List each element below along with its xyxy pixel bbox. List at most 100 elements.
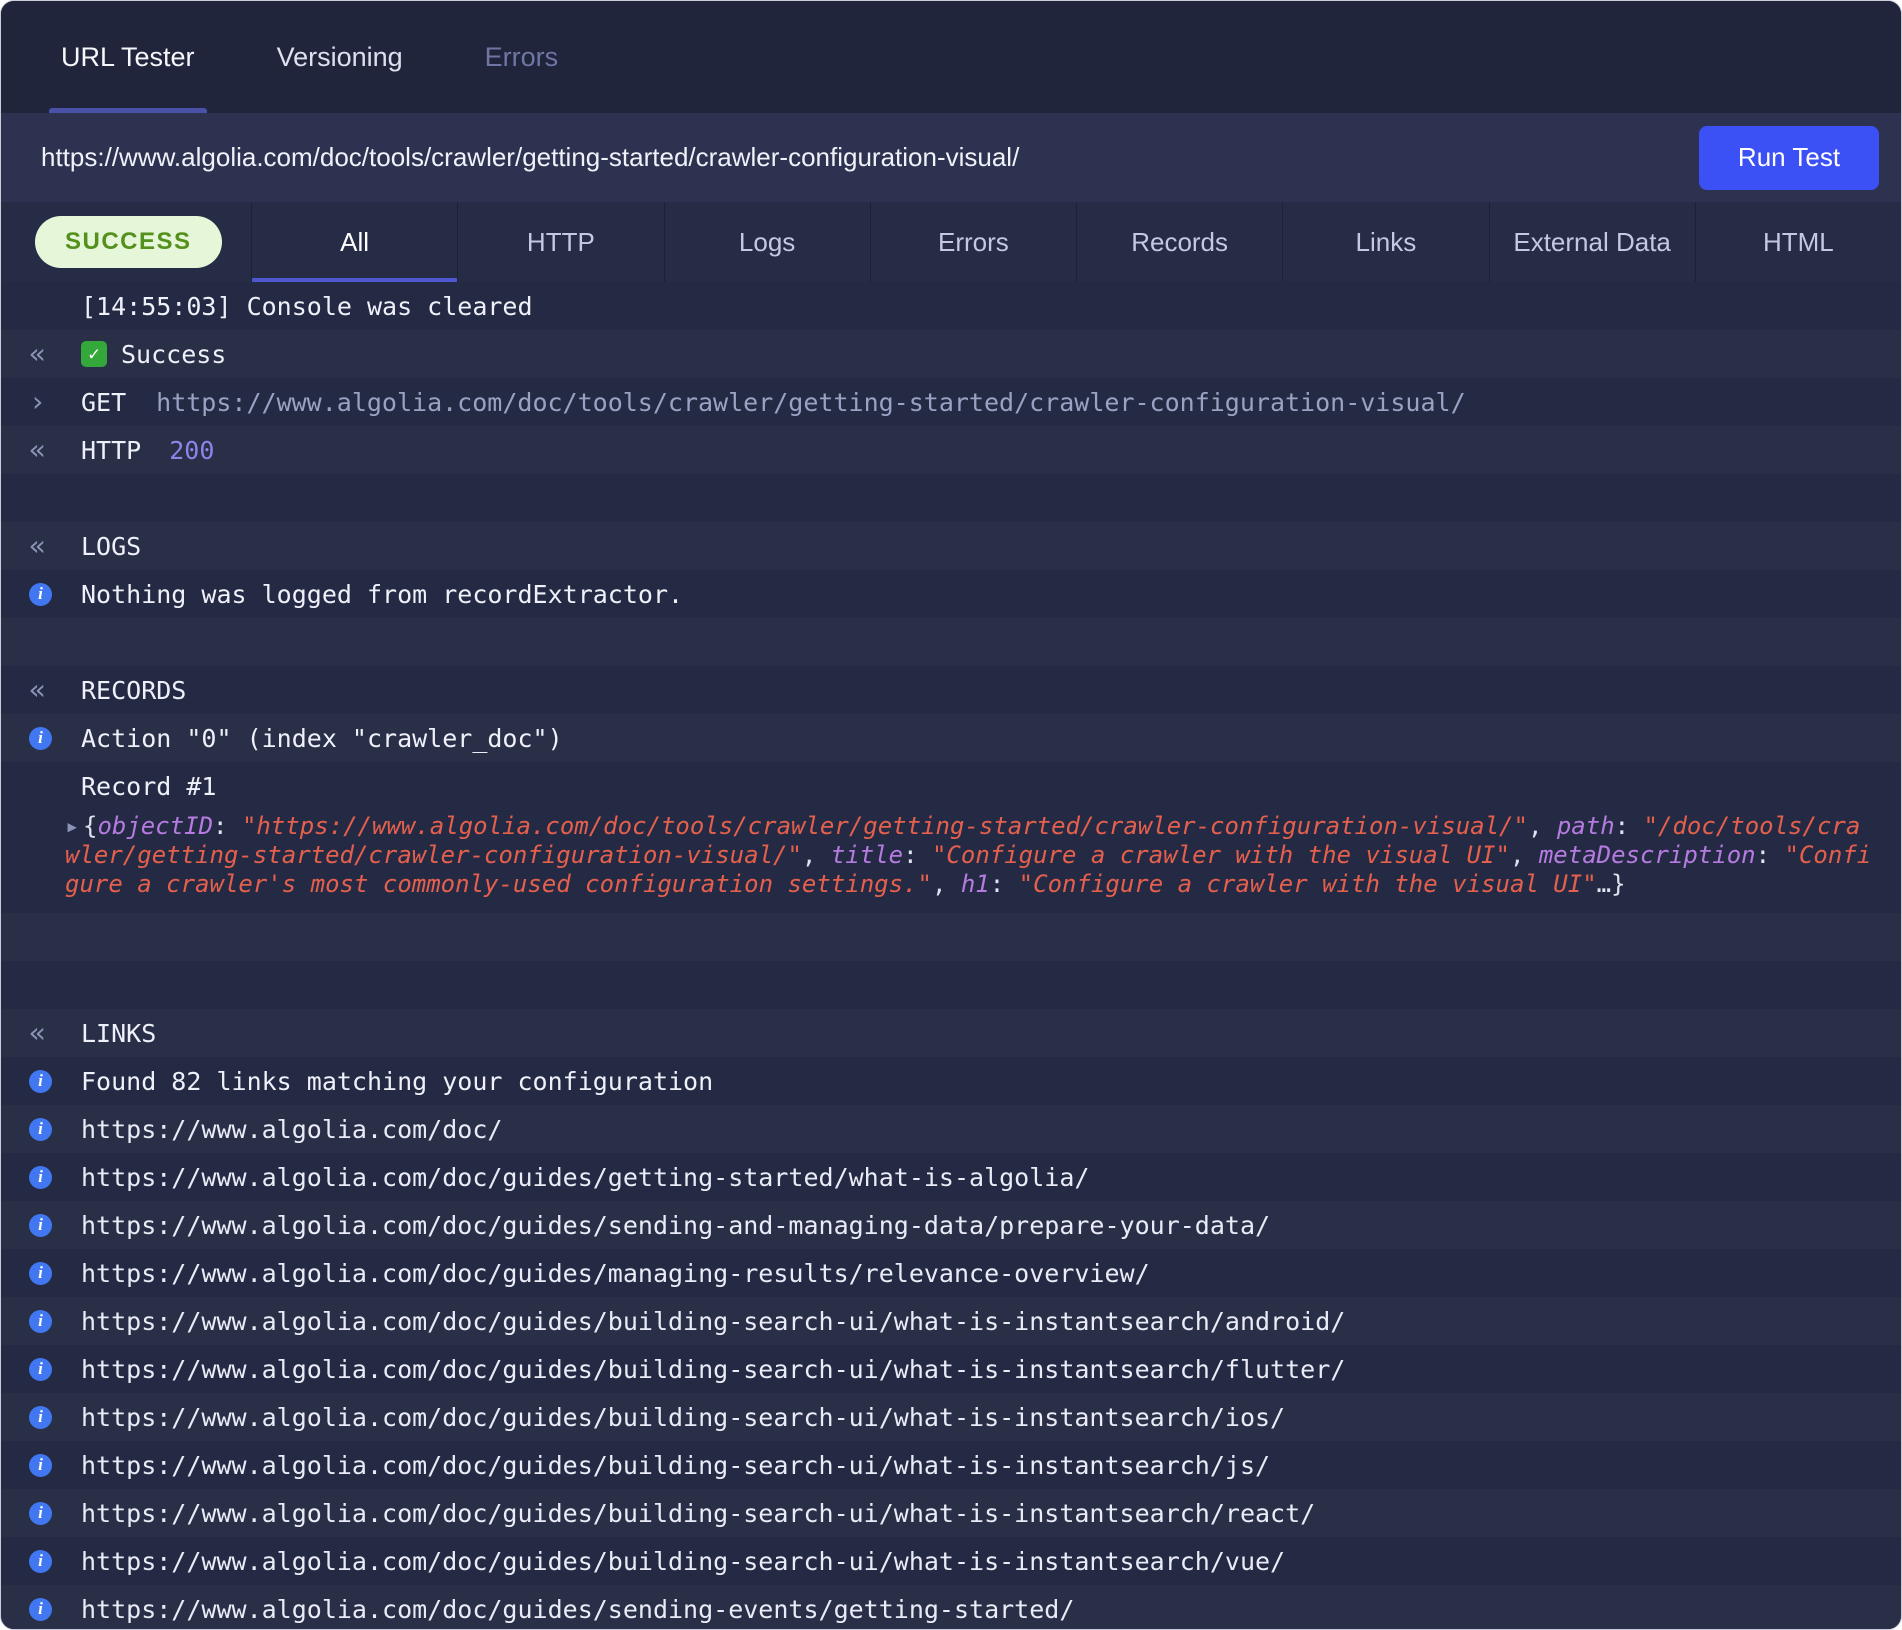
records-heading: RECORDS xyxy=(81,676,186,705)
console-row-links-heading: « LINKS xyxy=(1,1009,1901,1057)
filter-tab-records[interactable]: Records xyxy=(1076,202,1282,282)
gutter: « xyxy=(1,436,81,464)
url-input[interactable]: https://www.algolia.com/doc/tools/crawle… xyxy=(41,142,1699,173)
gutter: « xyxy=(1,532,81,560)
info-icon: i xyxy=(29,583,52,606)
filter-tab-http[interactable]: HTTP xyxy=(457,202,663,282)
collapse-group-icon[interactable]: « xyxy=(29,676,46,704)
console-cleared-text: [14:55:03] Console was cleared xyxy=(81,292,533,321)
link-url: https://www.algolia.com/doc/guides/sendi… xyxy=(81,1211,1270,1240)
console-row-links-summary: i Found 82 links matching your configura… xyxy=(1,1057,1901,1105)
link-row: i https://www.algolia.com/doc/guides/sen… xyxy=(1,1201,1901,1249)
run-test-button[interactable]: Run Test xyxy=(1699,126,1879,190)
console-row-logs-heading: « LOGS xyxy=(1,522,1901,570)
json-punct: : xyxy=(213,812,242,840)
link-url: https://www.algolia.com/doc/guides/build… xyxy=(81,1307,1345,1336)
records-action-text: Action "0" (index "crawler_doc") xyxy=(81,724,563,753)
console-empty-row xyxy=(1,913,1901,961)
gutter: i xyxy=(1,1502,81,1525)
link-url: https://www.algolia.com/doc/guides/build… xyxy=(81,1355,1345,1384)
gutter: i xyxy=(1,1598,81,1621)
json-punct: , xyxy=(932,870,961,898)
expand-group-icon[interactable]: › xyxy=(29,388,46,416)
link-row: i https://www.algolia.com/doc/guides/get… xyxy=(1,1153,1901,1201)
info-icon: i xyxy=(29,1358,52,1381)
tab-versioning-label: Versioning xyxy=(277,42,403,73)
json-punct: , xyxy=(1528,812,1557,840)
filter-tab-logs[interactable]: Logs xyxy=(664,202,870,282)
success-label: Success xyxy=(121,340,226,369)
json-key: path xyxy=(1557,812,1615,840)
gutter: i xyxy=(1,583,81,606)
links-summary: Found 82 links matching your configurati… xyxy=(81,1067,713,1096)
expand-record-icon[interactable]: ▸ xyxy=(65,812,83,841)
tab-url-tester-label: URL Tester xyxy=(61,42,195,73)
collapse-group-icon[interactable]: « xyxy=(29,436,46,464)
status-badge-wrap: SUCCESS xyxy=(1,202,251,282)
logs-heading: LOGS xyxy=(81,532,141,561)
link-row: i https://www.algolia.com/doc/guides/bui… xyxy=(1,1441,1901,1489)
info-icon: i xyxy=(29,1502,52,1525)
gutter: i xyxy=(1,1454,81,1477)
filter-tab-links[interactable]: Links xyxy=(1282,202,1488,282)
collapse-group-icon[interactable]: « xyxy=(29,532,46,560)
gutter: i xyxy=(1,1262,81,1285)
link-row: i https://www.algolia.com/doc/guides/bui… xyxy=(1,1297,1901,1345)
json-punct: : xyxy=(1756,841,1785,869)
gutter: i xyxy=(1,1214,81,1237)
gutter: i xyxy=(1,1118,81,1141)
link-url: https://www.algolia.com/doc/guides/sendi… xyxy=(81,1595,1074,1624)
tab-errors-label: Errors xyxy=(485,42,559,73)
gutter: i xyxy=(1,1310,81,1333)
filter-tab-all[interactable]: All xyxy=(251,202,457,282)
console-row-success: « ✓ Success xyxy=(1,330,1901,378)
link-row: i https://www.algolia.com/doc/guides/bui… xyxy=(1,1537,1901,1585)
info-icon: i xyxy=(29,1598,52,1621)
link-url: https://www.algolia.com/doc/guides/build… xyxy=(81,1451,1270,1480)
json-punct: : xyxy=(1615,812,1644,840)
tab-url-tester[interactable]: URL Tester xyxy=(49,1,207,113)
gutter: i xyxy=(1,727,81,750)
gutter: i xyxy=(1,1550,81,1573)
console-row-http-status: « HTTP 200 xyxy=(1,426,1901,474)
link-row: i https://www.algolia.com/doc/guides/bui… xyxy=(1,1345,1901,1393)
filter-tab-external-data[interactable]: External Data xyxy=(1489,202,1695,282)
json-key: metaDescription xyxy=(1539,841,1756,869)
gutter: « xyxy=(1,1019,81,1047)
link-row: i https://www.algolia.com/doc/guides/bui… xyxy=(1,1393,1901,1441)
record-block: Record #1 ▸{objectID: "https://www.algol… xyxy=(1,762,1901,913)
tab-errors[interactable]: Errors xyxy=(473,1,571,113)
info-icon: i xyxy=(29,1550,52,1573)
console-row-records-action: i Action "0" (index "crawler_doc") xyxy=(1,714,1901,762)
gutter: i xyxy=(1,1358,81,1381)
success-check-icon: ✓ xyxy=(81,341,107,367)
filter-tabs: All HTTP Logs Errors Records Links Exter… xyxy=(251,202,1901,282)
json-string: "https://www.algolia.com/doc/tools/crawl… xyxy=(242,812,1528,840)
gutter: « xyxy=(1,340,81,368)
record-json-preview: ▸{objectID: "https://www.algolia.com/doc… xyxy=(1,810,1901,913)
info-icon: i xyxy=(29,1454,52,1477)
info-icon: i xyxy=(29,1310,52,1333)
json-string: "Configure a crawler with the visual UI" xyxy=(932,841,1510,869)
info-icon: i xyxy=(29,1070,52,1093)
link-url: https://www.algolia.com/doc/guides/build… xyxy=(81,1403,1285,1432)
collapse-group-icon[interactable]: « xyxy=(29,1019,46,1047)
filter-tab-html[interactable]: HTML xyxy=(1695,202,1901,282)
url-bar: https://www.algolia.com/doc/tools/crawle… xyxy=(1,113,1901,202)
console-empty-row xyxy=(1,961,1901,1009)
filter-tab-errors[interactable]: Errors xyxy=(870,202,1076,282)
console-output: [14:55:03] Console was cleared « ✓ Succe… xyxy=(1,282,1901,1629)
header-tab-bar: URL Tester Versioning Errors xyxy=(1,1,1901,113)
record-title: Record #1 xyxy=(1,762,1901,810)
request-url: https://www.algolia.com/doc/tools/crawle… xyxy=(156,388,1465,417)
url-tester-app: URL Tester Versioning Errors https://www… xyxy=(0,0,1902,1630)
tab-versioning[interactable]: Versioning xyxy=(265,1,415,113)
gutter: i xyxy=(1,1166,81,1189)
json-string: "Configure a crawler with the visual UI" xyxy=(1019,870,1597,898)
link-url: https://www.algolia.com/doc/guides/manag… xyxy=(81,1259,1150,1288)
gutter: « xyxy=(1,676,81,704)
console-empty-row xyxy=(1,618,1901,666)
json-key: objectID xyxy=(97,812,213,840)
link-url: https://www.algolia.com/doc/guides/build… xyxy=(81,1547,1285,1576)
collapse-group-icon[interactable]: « xyxy=(29,340,46,368)
